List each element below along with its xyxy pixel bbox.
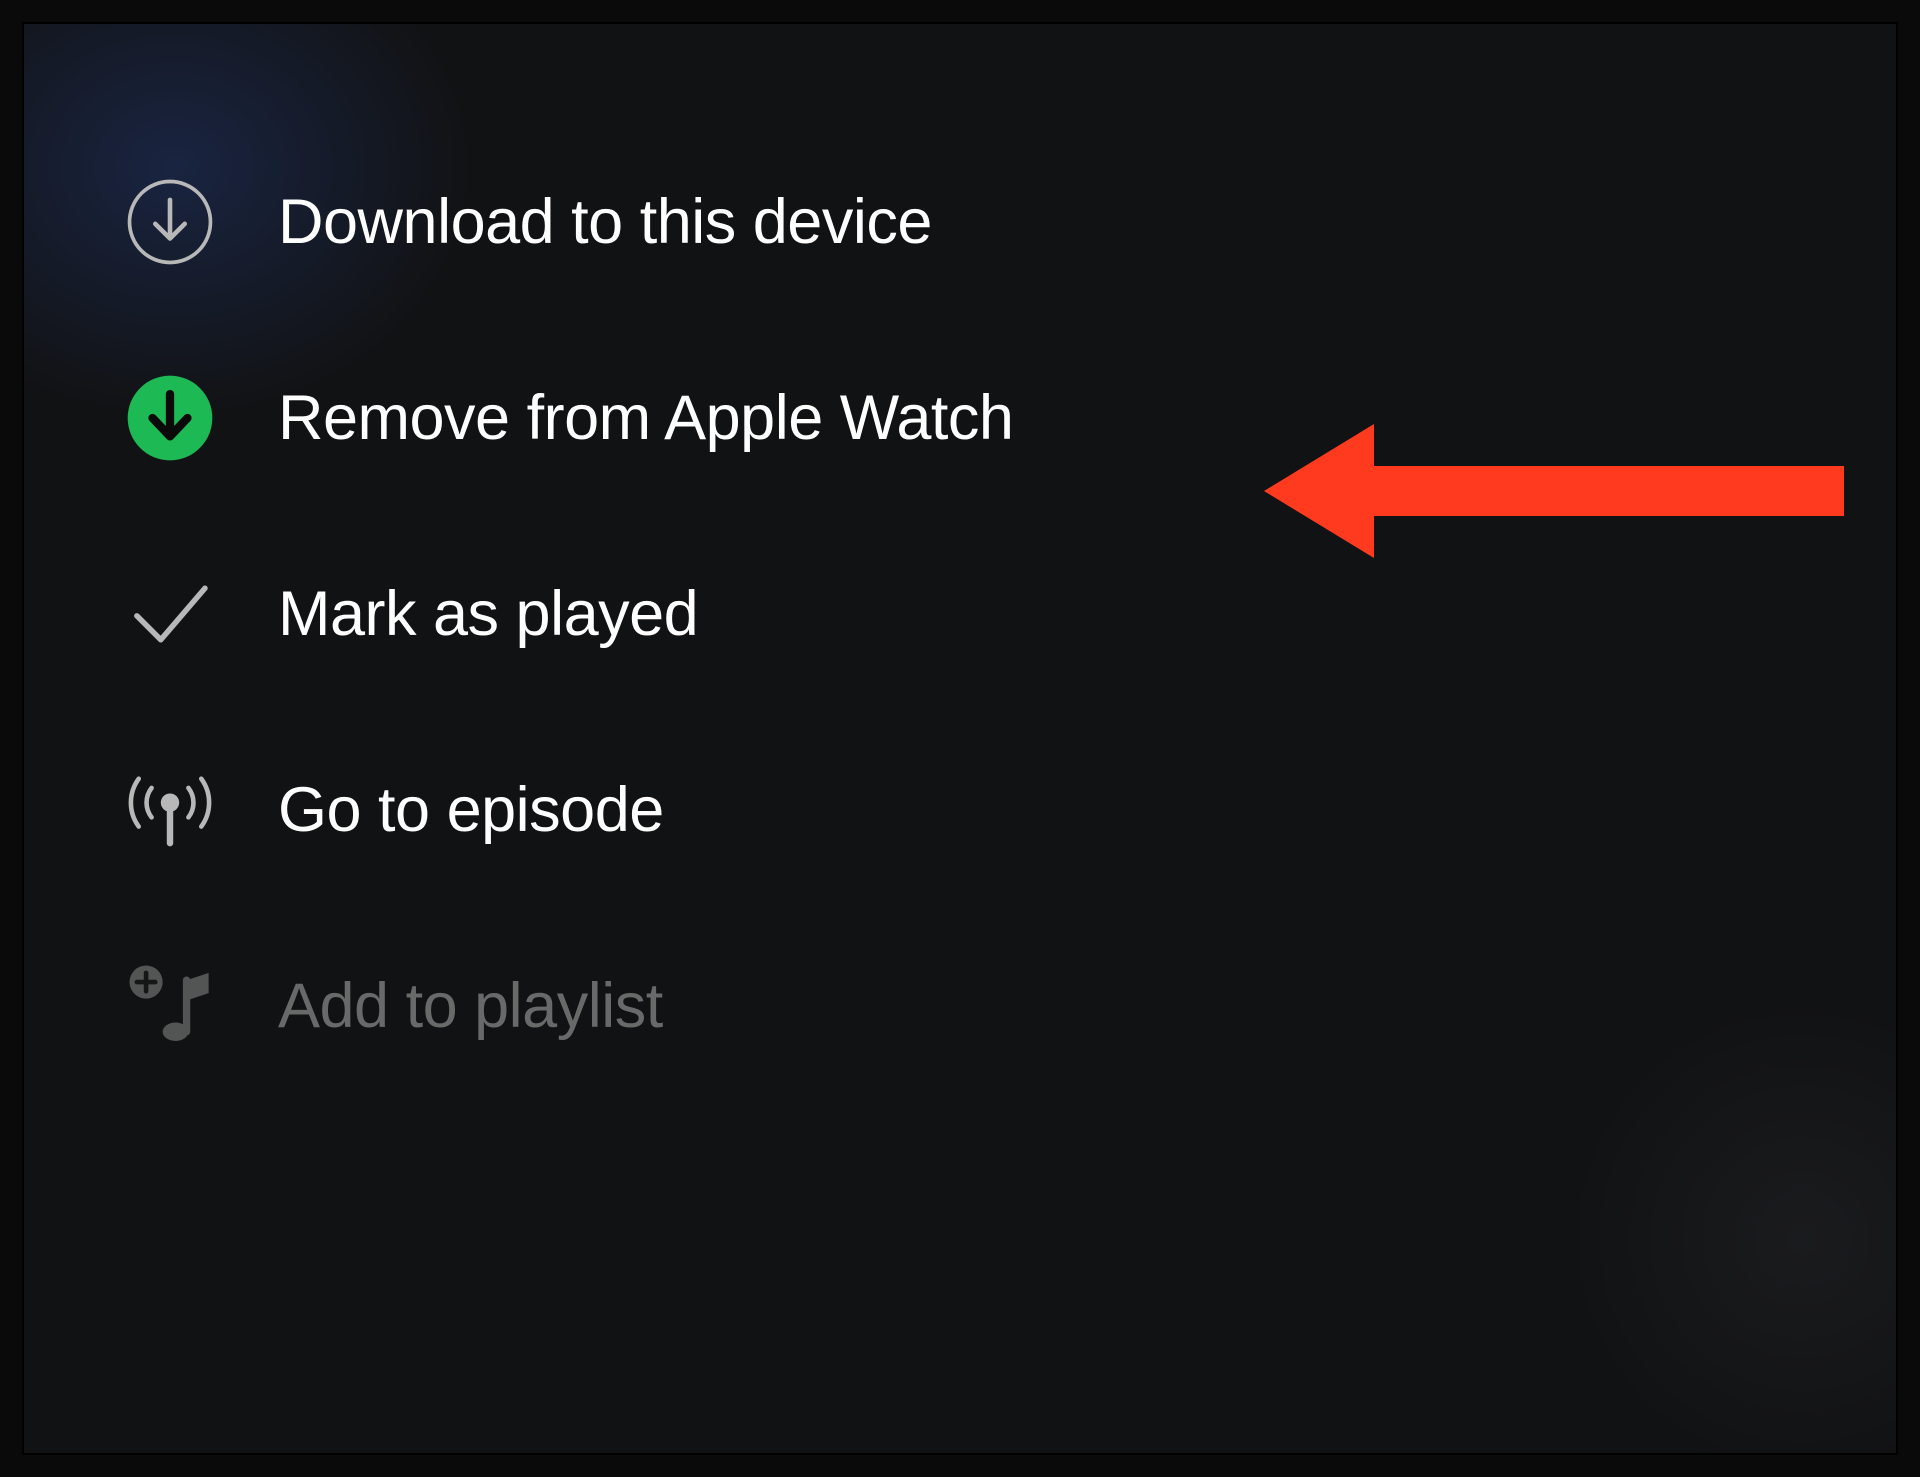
menu-item-label: Add to playlist	[278, 970, 663, 1042]
check-icon	[124, 568, 216, 660]
download-circle-icon	[124, 176, 216, 268]
context-menu-screen: Download to this device Remove from Appl…	[22, 22, 1898, 1455]
menu-item-label: Mark as played	[278, 578, 698, 650]
menu-item-label: Download to this device	[278, 186, 932, 258]
menu-item-mark-played[interactable]: Mark as played	[24, 516, 1896, 712]
menu-item-label: Remove from Apple Watch	[278, 382, 1013, 454]
menu-item-add-to-playlist[interactable]: Add to playlist	[24, 908, 1896, 1104]
menu-item-remove-apple-watch[interactable]: Remove from Apple Watch	[24, 320, 1896, 516]
menu-item-label: Go to episode	[278, 774, 664, 846]
podcast-icon	[124, 764, 216, 856]
menu-list: Download to this device Remove from Appl…	[24, 124, 1896, 1104]
add-music-icon	[124, 960, 216, 1052]
download-filled-circle-icon	[124, 372, 216, 464]
menu-item-go-to-episode[interactable]: Go to episode	[24, 712, 1896, 908]
menu-item-download-device[interactable]: Download to this device	[24, 124, 1896, 320]
